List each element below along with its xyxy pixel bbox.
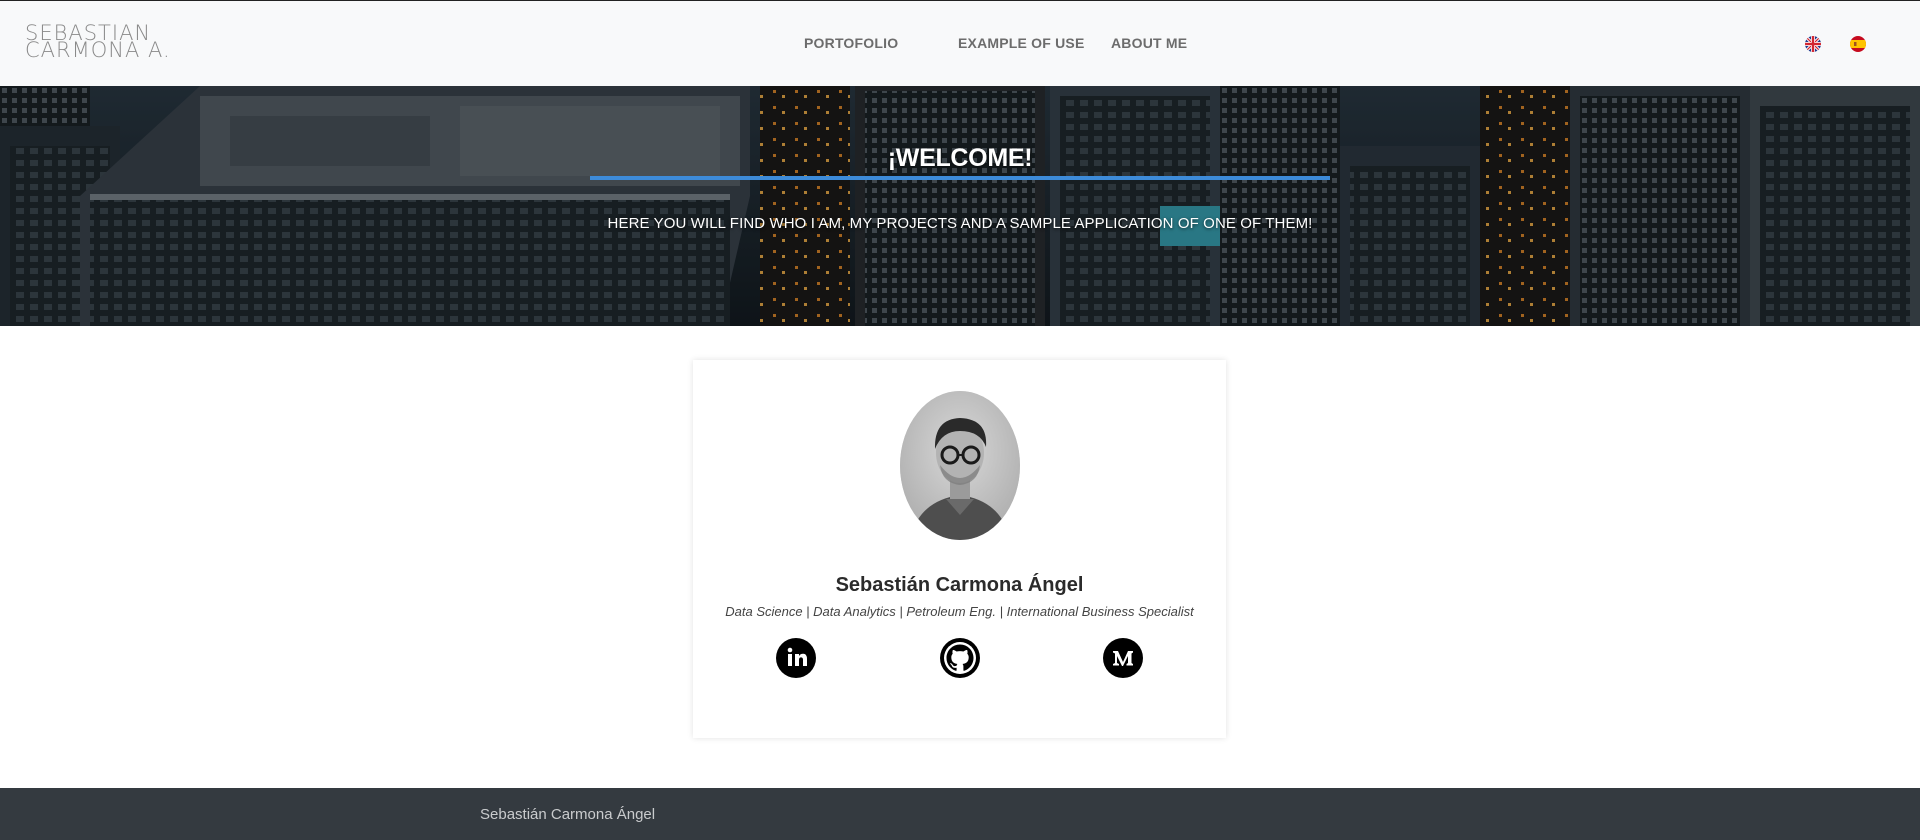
nav-links: PORTOFOLIO EXAMPLE OF USE ABOUT ME bbox=[0, 1, 1920, 87]
profile-card: Sebastián Carmona Ángel Data Science | D… bbox=[693, 360, 1226, 738]
nav-link-portfolio[interactable]: PORTOFOLIO bbox=[804, 35, 898, 51]
footer-text: Sebastián Carmona Ángel bbox=[480, 806, 656, 823]
spanish-flag-icon[interactable] bbox=[1850, 36, 1866, 52]
hero-subtitle: HERE YOU WILL FIND WHO I AM, MY PROJECTS… bbox=[607, 215, 1313, 232]
english-flag-icon[interactable] bbox=[1805, 36, 1821, 52]
profile-name: Sebastián Carmona Ángel bbox=[835, 574, 1084, 596]
avatar bbox=[900, 391, 1020, 540]
hero-banner: ¡WELCOME! HERE YOU WILL FIND WHO I AM, M… bbox=[0, 86, 1920, 326]
medium-icon[interactable] bbox=[1103, 638, 1143, 678]
hero-title-underline bbox=[590, 176, 1330, 180]
nav-link-example-of-use[interactable]: EXAMPLE OF USE bbox=[958, 35, 1084, 51]
hero-title: ¡WELCOME! bbox=[887, 144, 1033, 172]
city-skyline-background bbox=[0, 86, 1920, 326]
profile-tagline: Data Science | Data Analytics | Petroleu… bbox=[725, 604, 1194, 619]
top-navbar: SEBASTIAN CARMONA A. PORTOFOLIO EXAMPLE … bbox=[0, 0, 1920, 86]
linkedin-icon[interactable] bbox=[776, 638, 816, 678]
nav-link-about-me[interactable]: ABOUT ME bbox=[1111, 35, 1187, 51]
footer: Sebastián Carmona Ángel bbox=[0, 788, 1920, 840]
github-icon[interactable] bbox=[940, 638, 980, 678]
